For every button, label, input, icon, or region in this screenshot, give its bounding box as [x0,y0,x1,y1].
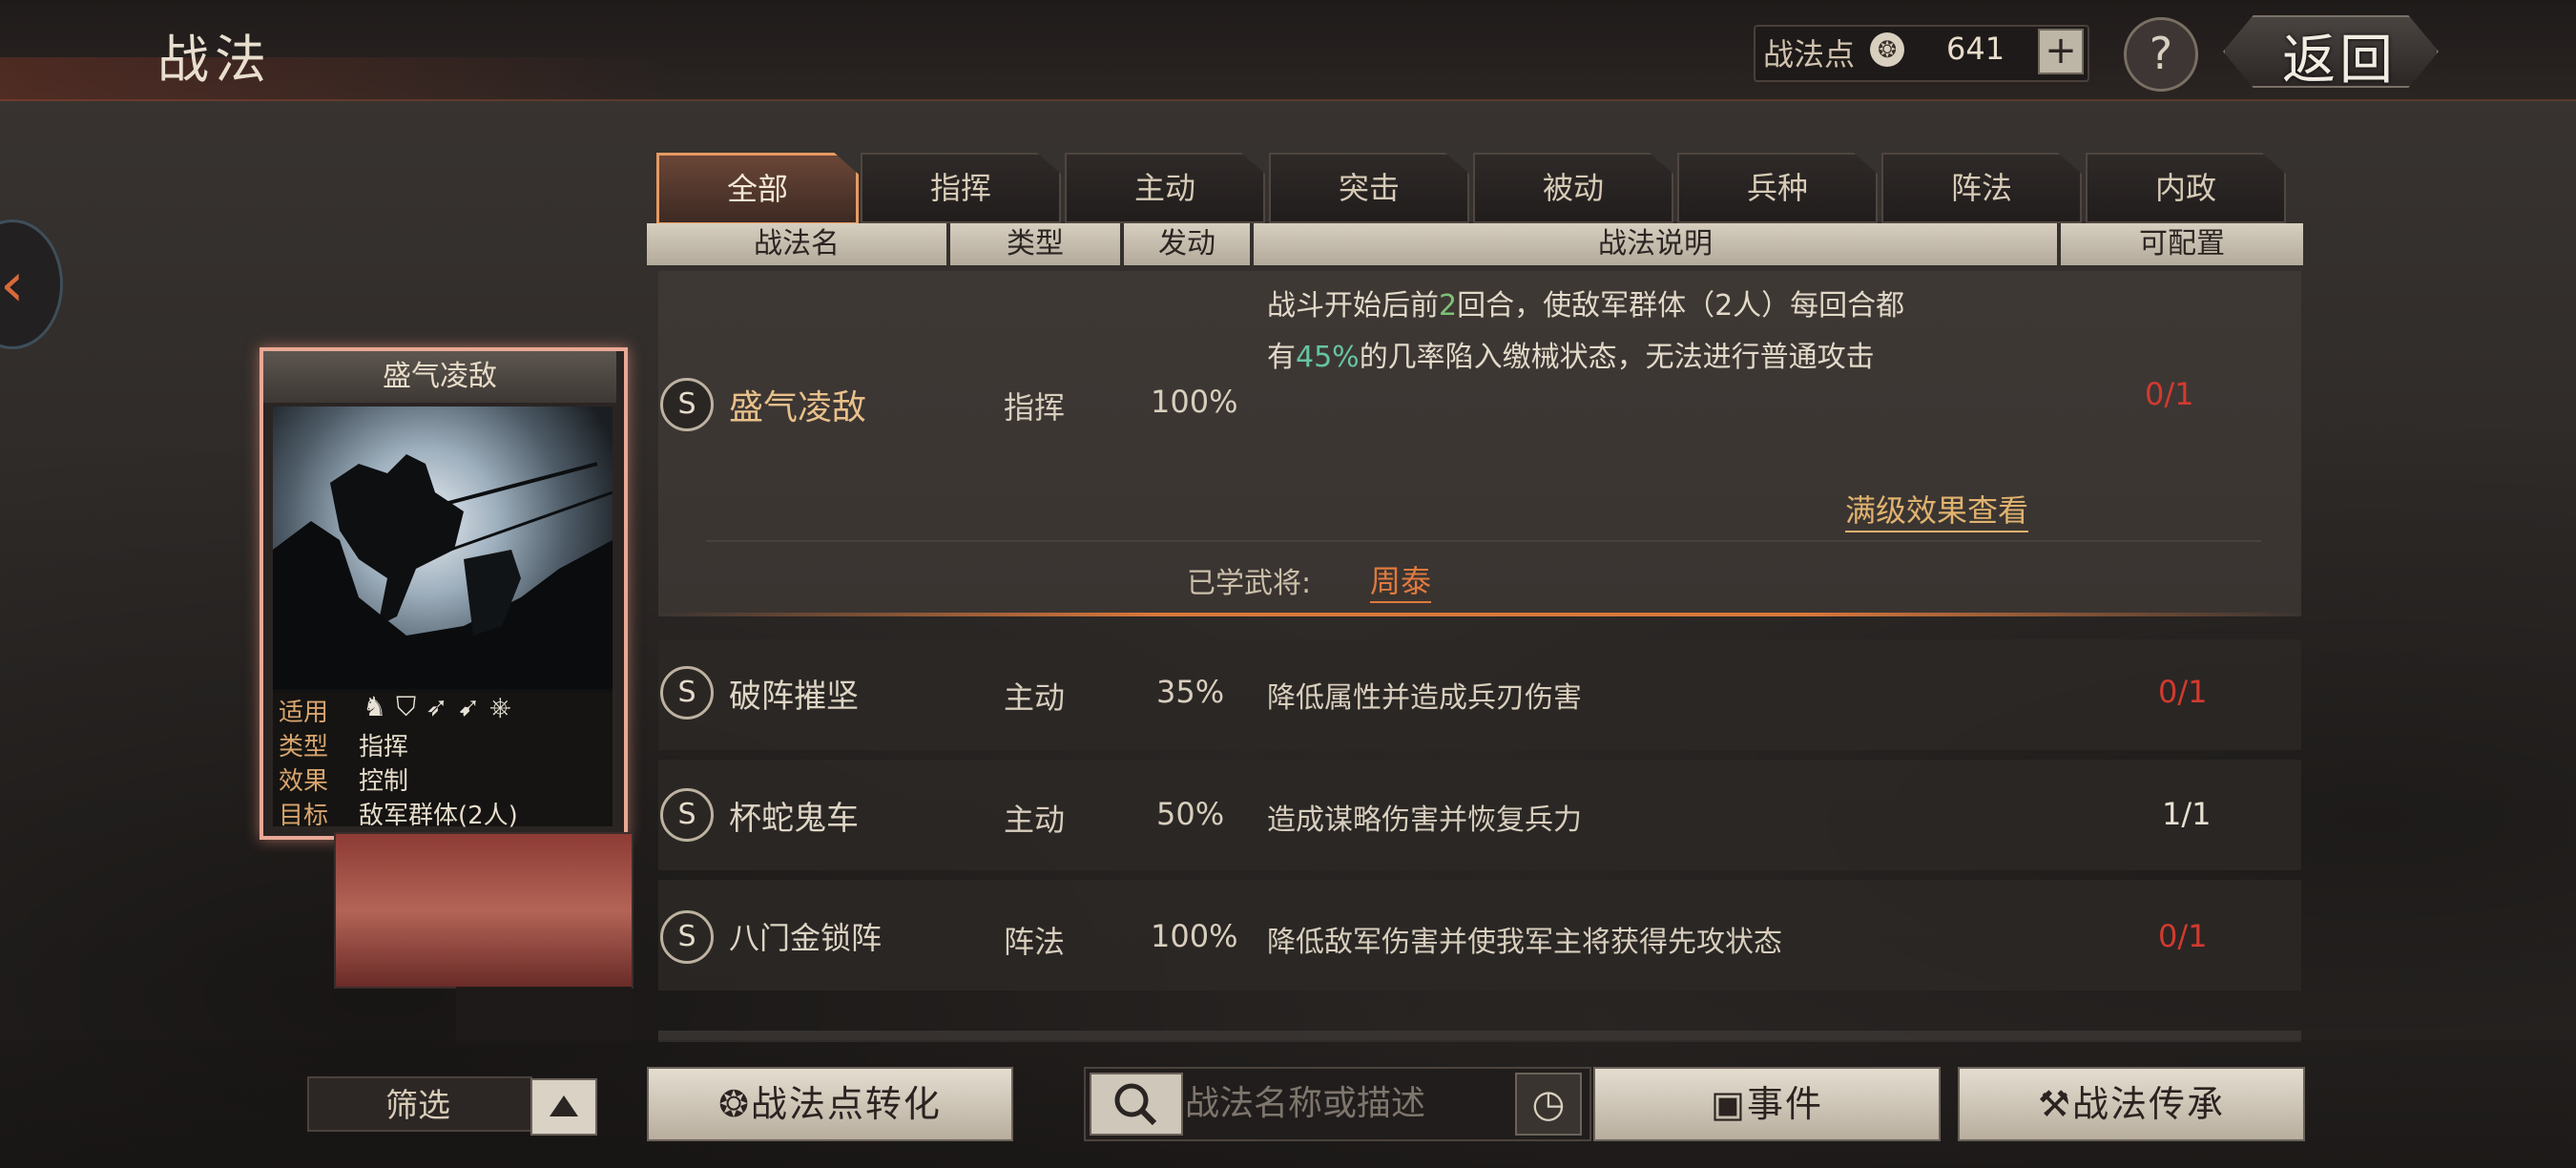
search-icon[interactable] [1090,1073,1183,1136]
tab-active[interactable]: 主动 [1065,153,1265,223]
rank-s-badge: S [660,788,714,842]
tactic-type: 指挥 [1004,389,1066,426]
row-divider [706,540,2261,542]
spear-icon: ➹ [457,691,490,722]
shield-icon: ⛉ [396,691,426,722]
hammer-icon: ⚒ [2037,1083,2073,1125]
tactic-point-coin-icon: ❂ [1870,32,1904,67]
bow-icon: ➶ [426,691,458,722]
search-input[interactable] [1183,1073,1515,1134]
tactic-type: 主动 [1004,679,1066,716]
tactic-points-value: 641 [1946,31,2005,67]
card-row-type: 类型 指挥 [279,733,409,761]
configurable-count: 0/1 [2158,918,2208,954]
tactic-name: 杯蛇鬼车 [729,800,859,838]
card-row-effect: 效果 控制 [279,767,409,796]
page-title: 战法 [157,30,272,90]
convert-points-button[interactable]: ❂战法点转化 [647,1067,1013,1141]
troop-type-icons: ♞⛉➶➹⎈ [363,691,520,723]
help-button[interactable]: ? [2124,17,2198,92]
expanded-row-underline [658,613,2301,616]
tactic-type: 阵法 [1004,924,1066,960]
configurable-count: 0/1 [2145,376,2194,412]
event-button[interactable]: ▣事件 [1593,1067,1941,1141]
back-button-label[interactable]: 返回 [2282,17,2397,94]
tactic-rate: 100% [1151,918,1238,954]
tab-all[interactable]: 全部 [656,153,859,225]
tab-passive[interactable]: 被动 [1473,153,1673,223]
tactic-type: 主动 [1004,802,1066,838]
max-level-effect-link[interactable]: 满级效果查看 [1845,487,2029,532]
tactic-name: 盛气凌敌 [729,388,867,428]
card-row-target: 目标 敌军群体(2人) [279,802,518,830]
history-clock-icon[interactable]: ◷ [1515,1073,1582,1136]
learned-generals-label: 已学武将: [1187,567,1312,600]
tactic-name: 八门金锁阵 [729,920,883,956]
tactic-rate: 50% [1156,796,1225,832]
tab-command[interactable]: 指挥 [861,153,1061,223]
tab-internal[interactable]: 内政 [2086,153,2286,223]
rank-s-badge: S [660,666,714,720]
tab-formation[interactable]: 阵法 [1881,153,2082,223]
chevron-left-icon[interactable]: ‹ [0,250,25,321]
tab-assault[interactable]: 突击 [1269,153,1469,223]
card-artwork [273,407,613,693]
tactic-name: 破阵摧坚 [729,678,859,716]
learned-general-link[interactable]: 周泰 [1370,557,1432,603]
tactic-point-coin-icon: ❂ [718,1083,751,1125]
card-row-applicable: 适用 [279,699,329,727]
tactic-points-label: 战法点 [1763,36,1856,73]
event-ticket-icon: ▣ [1711,1083,1747,1125]
column-header-rate[interactable]: 发动 [1124,223,1250,265]
tactic-description: 降低属性并造成兵刃伤害 [1267,681,1582,715]
stacked-card-behind [334,832,634,989]
column-header-type[interactable]: 类型 [950,223,1120,265]
tab-troop[interactable]: 兵种 [1677,153,1878,223]
add-points-button[interactable]: + [2038,29,2084,74]
column-header-configurable[interactable]: 可配置 [2061,223,2303,265]
tactic-inherit-button[interactable]: ⚒战法传承 [1958,1067,2305,1141]
column-header-description: 战法说明 [1254,223,2057,265]
rank-s-badge: S [660,378,714,431]
filter-toggle-arrow-icon[interactable] [530,1078,597,1136]
column-header-name[interactable]: 战法名 [647,223,946,265]
tactic-description: 降低敌军伤害并使我军主将获得先攻状态 [1267,926,1782,959]
tactic-description: 战斗开始后前2回合，使敌军群体（2人）每回合都 有45%的几率陷入缴械状态，无法… [1267,289,1905,374]
configurable-count: 1/1 [2162,796,2212,832]
wheel-icon: ⎈ [489,691,521,722]
tactic-rate: 100% [1151,384,1238,420]
rank-s-badge: S [660,910,714,964]
configurable-count: 0/1 [2158,674,2208,710]
card-title: 盛气凌敌 [263,351,616,403]
tactic-rate: 35% [1156,674,1225,710]
filter-button[interactable]: 筛选 [307,1076,532,1132]
stacked-card-behind-2 [456,987,632,1044]
cavalry-icon: ♞ [363,691,397,722]
tactic-description: 造成谋略伤害并恢复兵力 [1267,803,1582,837]
